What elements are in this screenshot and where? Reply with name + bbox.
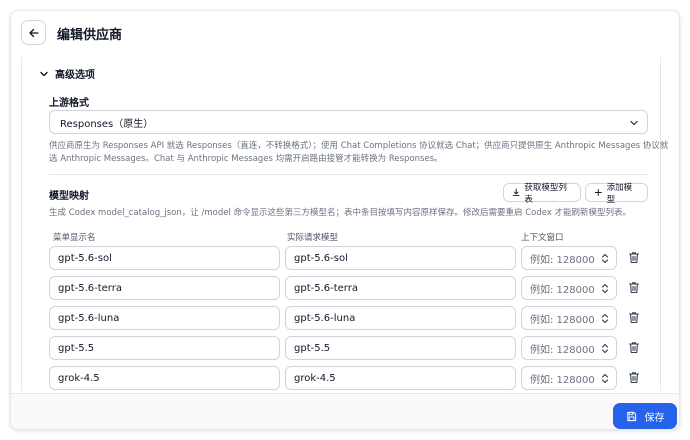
request-model-input[interactable]: gpt-5.6-sol [285, 246, 516, 270]
header: 编辑供应商 [11, 11, 679, 55]
column-display-name: 菜单显示名 [53, 233, 96, 243]
download-icon [512, 188, 520, 196]
section-divider [49, 174, 648, 175]
add-model-label: 添加模型 [606, 182, 633, 205]
editor-window: 编辑供应商 高级选项 上游格式 Responses（原生） 供应商原生为 Res… [10, 10, 680, 430]
context-window-placeholder: 例如: 128000 [530, 254, 595, 266]
stepper-icon[interactable] [601, 372, 609, 385]
display-name-input[interactable]: gpt-5.5 [49, 336, 280, 360]
advanced-toggle[interactable]: 高级选项 [39, 66, 95, 81]
trash-icon[interactable] [628, 341, 640, 354]
context-window-input[interactable]: 例如: 128000 [521, 366, 617, 390]
context-window-input[interactable]: 例如: 128000 [521, 276, 617, 300]
fetch-models-label: 获取模型列表 [524, 182, 567, 205]
column-request-model: 实际请求模型 [287, 233, 339, 243]
request-model-input[interactable]: grok-4.5 [285, 366, 516, 390]
display-name-input[interactable]: gpt-5.6-sol [49, 246, 280, 270]
trash-icon[interactable] [628, 281, 640, 294]
mapping-label: 模型映射 [49, 191, 89, 202]
column-context-window: 上下文窗口 [521, 233, 564, 243]
add-model-button[interactable]: 添加模型 [585, 182, 648, 205]
stepper-icon[interactable] [601, 312, 609, 325]
table-row: grok-4.5 grok-4.5 例如: 128000 [49, 366, 649, 390]
table-row: gpt-5.5 gpt-5.5 例如: 128000 [49, 336, 649, 360]
trash-icon[interactable] [628, 371, 640, 384]
request-model-input[interactable]: gpt-5.6-luna [285, 306, 516, 330]
advanced-title: 高级选项 [55, 70, 95, 81]
upstream-help-line2: 选 Anthropic Messages。Chat 与 Anthropic Me… [49, 154, 443, 164]
floppy-disk-icon [626, 411, 636, 421]
table-row: gpt-5.6-luna gpt-5.6-luna 例如: 128000 [49, 306, 649, 330]
context-window-input[interactable]: 例如: 128000 [521, 306, 617, 330]
display-name-input[interactable]: gpt-5.6-luna [49, 306, 280, 330]
context-window-placeholder: 例如: 128000 [530, 374, 595, 386]
mapping-help: 生成 Codex model_catalog_json，让 /model 命令显… [49, 208, 632, 218]
page-title: 编辑供应商 [57, 28, 123, 43]
save-label: 保存 [644, 412, 665, 424]
table-row: gpt-5.6-terra gpt-5.6-terra 例如: 128000 [49, 276, 649, 300]
context-window-input[interactable]: 例如: 128000 [521, 246, 617, 270]
display-name-input[interactable]: gpt-5.6-terra [49, 276, 280, 300]
request-model-input[interactable]: gpt-5.5 [285, 336, 516, 360]
upstream-format-select[interactable]: Responses（原生） [49, 110, 648, 134]
upstream-format-value: Responses（原生） [60, 118, 154, 130]
stepper-icon[interactable] [601, 282, 609, 295]
upstream-help-line1: 供应商原生为 Responses API 就选 Responses（直连，不转换… [49, 141, 669, 151]
context-window-placeholder: 例如: 128000 [530, 284, 595, 296]
chevron-down-icon [40, 71, 48, 76]
arrow-left-icon [28, 28, 39, 37]
chevron-down-icon [630, 120, 638, 126]
trash-icon[interactable] [628, 311, 640, 324]
upstream-label: 上游格式 [49, 98, 89, 109]
trash-icon[interactable] [628, 251, 640, 264]
footer-bar [11, 393, 679, 429]
context-window-placeholder: 例如: 128000 [530, 314, 595, 326]
back-button[interactable] [21, 20, 46, 45]
display-name-input[interactable]: grok-4.5 [49, 366, 280, 390]
save-button[interactable]: 保存 [613, 403, 677, 429]
context-window-placeholder: 例如: 128000 [530, 344, 595, 356]
request-model-input[interactable]: gpt-5.6-terra [285, 276, 516, 300]
table-row: gpt-5.6-sol gpt-5.6-sol 例如: 128000 [49, 246, 649, 270]
fetch-models-button[interactable]: 获取模型列表 [503, 182, 581, 205]
stepper-icon[interactable] [601, 252, 609, 265]
plus-icon [594, 189, 602, 196]
context-window-input[interactable]: 例如: 128000 [521, 336, 617, 360]
stepper-icon[interactable] [601, 342, 609, 355]
